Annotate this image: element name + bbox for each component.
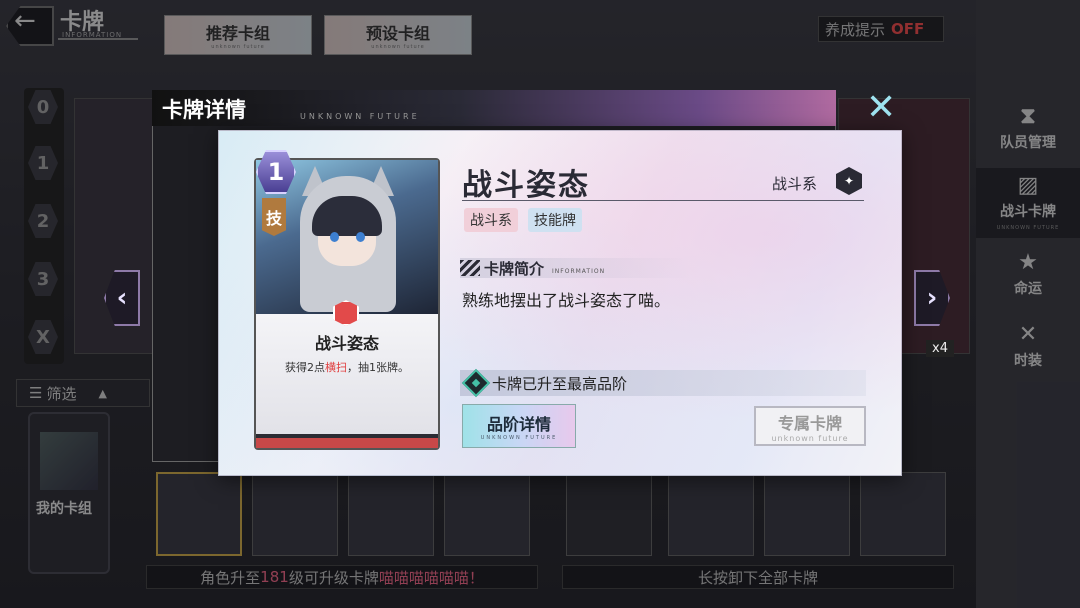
dialog-subtitle: UNKNOWN FUTURE	[300, 112, 420, 121]
grade-details-label: 品阶详情	[486, 415, 551, 434]
eye-right	[356, 232, 365, 242]
desc-pre: 获得2点	[285, 361, 325, 374]
card-description: 获得2点横扫，抽1张牌。	[256, 359, 438, 375]
tag-faction: 战斗系	[464, 208, 518, 232]
card-count-badge: x4	[926, 340, 954, 357]
eye-left	[330, 232, 339, 242]
faction-label: 战斗系	[772, 175, 818, 193]
section-header: 卡牌简介 INFORMATION	[460, 258, 690, 278]
section-title: 卡牌简介	[484, 259, 545, 278]
max-grade-text: 卡牌已升至最高品阶	[492, 374, 628, 393]
title-divider	[462, 200, 864, 201]
desc-keyword: 横扫	[325, 361, 347, 374]
close-icon[interactable]: ✕	[866, 90, 896, 126]
exclusive-card-label: 专属卡牌	[777, 413, 842, 433]
exclusive-card-sub: unknown future	[771, 433, 849, 443]
dialog-title: 卡牌详情	[162, 98, 246, 122]
tag-card-type: 技能牌	[528, 208, 582, 232]
chevron-left-icon: ‹	[116, 283, 128, 313]
diamond-icon	[461, 368, 491, 398]
hatch-icon	[460, 260, 480, 276]
grade-details-button[interactable]: 品阶详情 UNKNOWN FUTURE	[462, 404, 576, 448]
card-detail-header	[152, 90, 836, 126]
desc-post: ，抽1张牌。	[347, 361, 409, 374]
exclusive-card-button[interactable]: 专属卡牌 unknown future	[754, 406, 866, 446]
card-rarity-bar	[256, 434, 438, 448]
chevron-right-icon: ›	[926, 283, 938, 313]
card-name: 战斗姿态	[314, 334, 379, 353]
card-title: 战斗姿态	[462, 168, 590, 203]
max-grade-bar: 卡牌已升至最高品阶	[460, 368, 866, 398]
card-type-badge: 技	[262, 198, 286, 236]
section-sub: INFORMATION	[552, 267, 606, 275]
grade-details-sub: UNKNOWN FUTURE	[480, 435, 558, 441]
card-intro-text: 熟练地摆出了战斗姿态了喵。	[462, 291, 671, 310]
